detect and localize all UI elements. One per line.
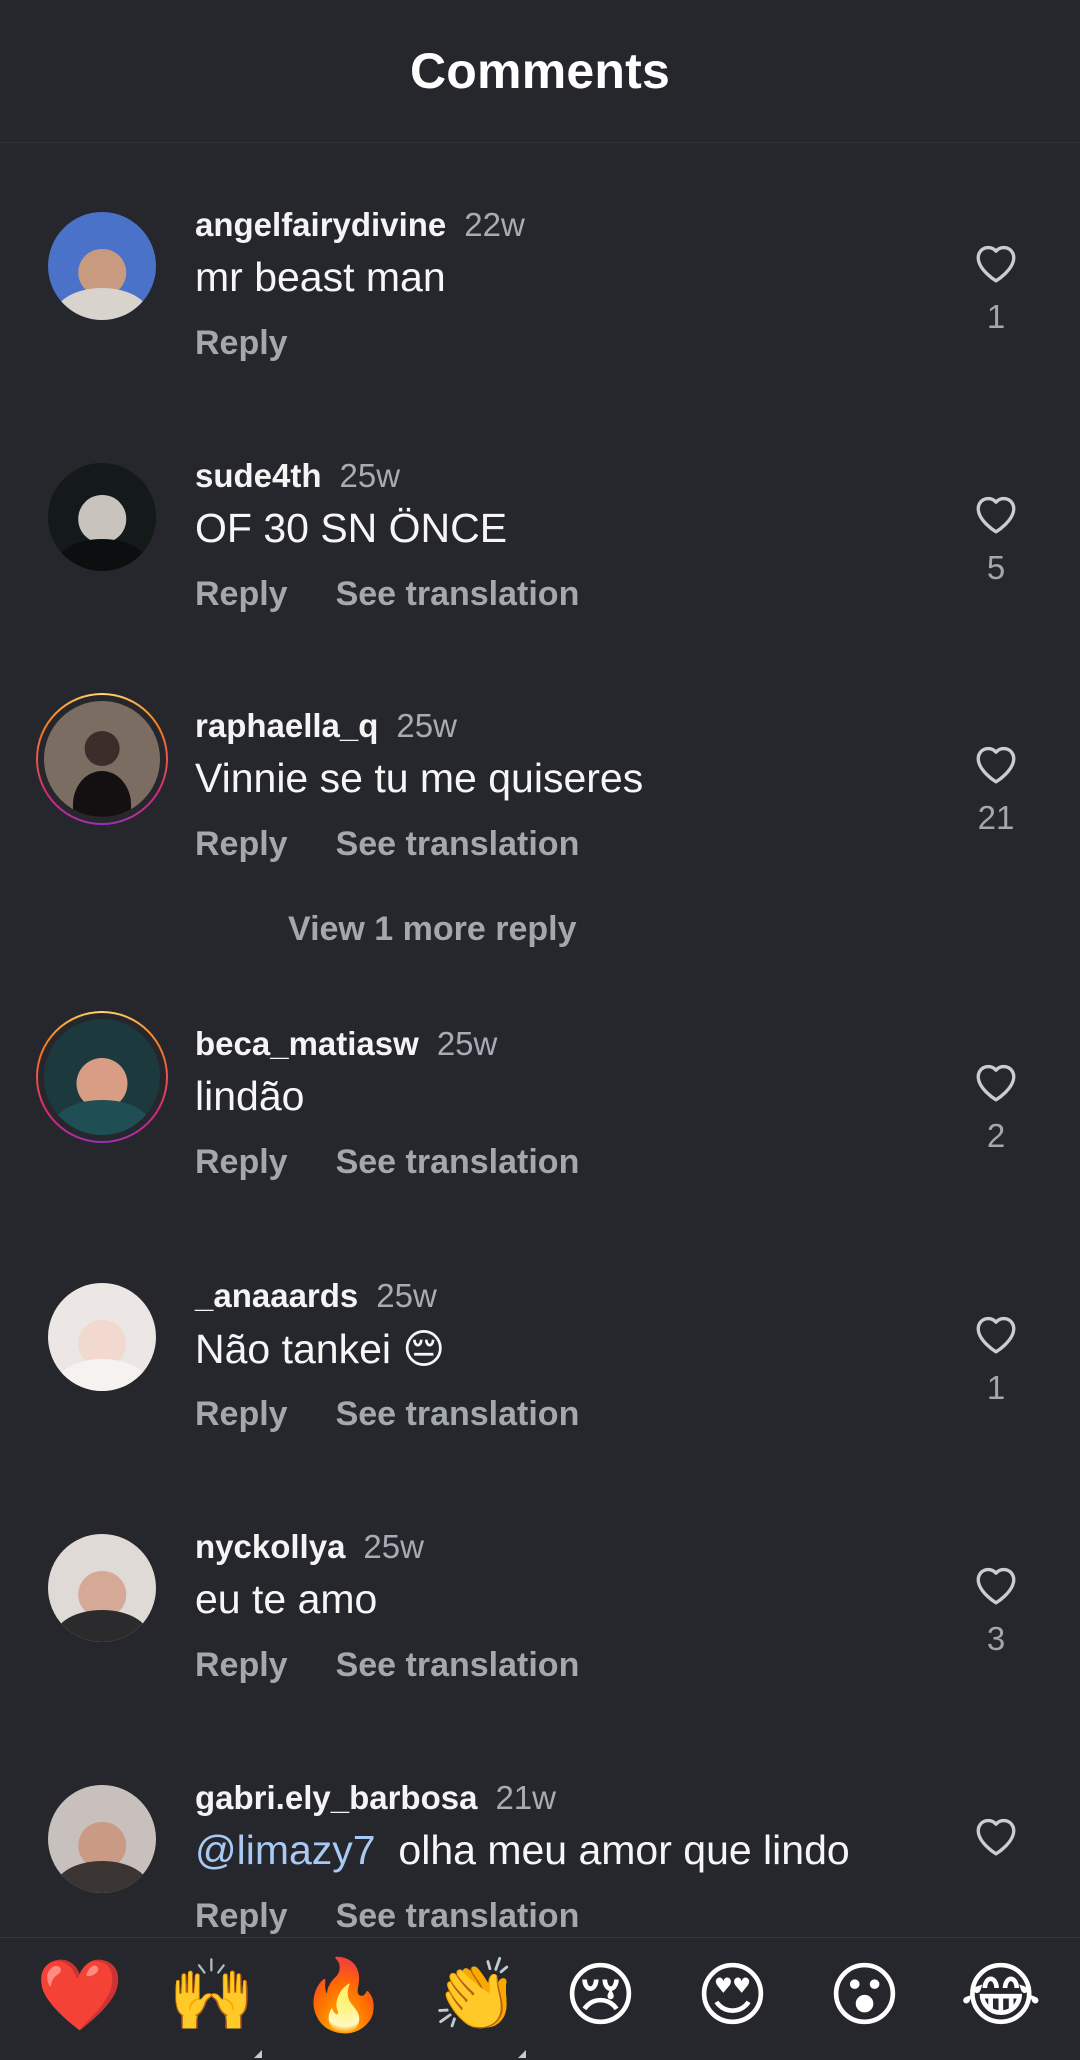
comment-text: Não tankei 😔: [195, 1326, 446, 1372]
reply-button[interactable]: Reply: [195, 1646, 288, 1685]
heart-outline-icon: [976, 1064, 1016, 1102]
emoji-variant-indicator: [254, 2050, 262, 2058]
heart-outline-icon: [976, 1818, 1016, 1856]
like-button[interactable]: 3: [966, 1560, 1026, 1658]
like-count: 21: [977, 799, 1015, 836]
comment-item: _anaaards 25w Não tankei 😔 Reply See trans…: [0, 1271, 1080, 1511]
like-button[interactable]: 1: [966, 238, 1026, 336]
like-count: 3: [986, 1620, 1006, 1657]
heart-outline-icon: [976, 496, 1016, 534]
like-button[interactable]: [966, 1811, 1026, 1857]
comment-item: raphaella_q 25w Vinnie se tu me quiseres …: [0, 693, 1080, 933]
comment-time: 25w: [436, 1025, 498, 1062]
comment-username[interactable]: sude4th 25w: [195, 457, 400, 495]
comment-list[interactable]: angelfairydivine 22w mr beast man Reply 1…: [0, 142, 1080, 1937]
avatar[interactable]: [36, 200, 168, 332]
comment-time: 22w: [464, 206, 525, 243]
see-translation-button[interactable]: See translation: [336, 1646, 580, 1685]
comment-time: 25w: [376, 1277, 437, 1314]
comment-username[interactable]: gabri.ely_barbosa 21w: [195, 1779, 556, 1817]
like-button[interactable]: 21: [966, 739, 1026, 837]
emoji-fire-button[interactable]: 🔥: [300, 1960, 387, 2030]
comment-text: lindão: [195, 1073, 305, 1119]
avatar[interactable]: [36, 1522, 168, 1654]
emoji-clapping-hands-button[interactable]: 👏: [432, 1960, 519, 2030]
comment-item: gabri.ely_barbosa 21w @limazy7 olha meu a…: [0, 1773, 1080, 1937]
emoji-variant-indicator: [518, 2050, 526, 2058]
emoji-reaction-bar: ❤️ 🙌 🔥 👏 😢 😍 😮 😂: [0, 1937, 1080, 2060]
comment-text: Vinnie se tu me quiseres: [195, 755, 644, 801]
comment-time: 25w: [363, 1528, 424, 1565]
avatar-with-story-ring[interactable]: [36, 1011, 168, 1143]
like-button[interactable]: 2: [966, 1057, 1026, 1155]
avatar[interactable]: [36, 1773, 168, 1905]
comment-text: mr beast man: [195, 254, 446, 300]
see-translation-button[interactable]: See translation: [336, 1395, 580, 1434]
emoji-heart-button[interactable]: ❤️: [36, 1960, 123, 2030]
emoji-heart-eyes-button[interactable]: 😍: [696, 1960, 769, 2030]
comment-text: @limazy7 olha meu amor que lindo: [195, 1827, 850, 1873]
comment-time: 25w: [396, 707, 457, 744]
reply-button[interactable]: Reply: [195, 324, 288, 363]
heart-outline-icon: [976, 1316, 1016, 1354]
comment-item: beca_matiasw 25w lindão Reply See translat…: [0, 1011, 1080, 1251]
like-count: 5: [986, 549, 1006, 586]
comment-time: 25w: [339, 457, 401, 494]
avatar-with-story-ring[interactable]: [36, 693, 168, 825]
emoji-crying-face-button[interactable]: 😢: [564, 1960, 637, 2030]
like-count: 1: [986, 298, 1006, 335]
comment-item: angelfairydivine 22w mr beast man Reply 1: [0, 200, 1080, 440]
emoji-raising-hands-button[interactable]: 🙌: [168, 1960, 255, 2030]
like-count: 2: [986, 1117, 1006, 1154]
comment-username[interactable]: angelfairydivine 22w: [195, 206, 525, 244]
mention-link[interactable]: @limazy7: [195, 1827, 376, 1873]
see-translation-button[interactable]: See translation: [336, 1143, 580, 1182]
comment-text: OF 30 SN ÖNCE: [195, 505, 508, 551]
reply-button[interactable]: Reply: [195, 1395, 288, 1434]
like-button[interactable]: 1: [966, 1309, 1026, 1407]
reply-button[interactable]: Reply: [195, 825, 288, 864]
see-translation-button[interactable]: See translation: [336, 825, 580, 864]
avatar[interactable]: [36, 451, 168, 583]
comment-username[interactable]: _anaaards 25w: [195, 1277, 437, 1315]
like-button[interactable]: 5: [966, 489, 1026, 587]
like-count: 1: [986, 1369, 1006, 1406]
reply-button[interactable]: Reply: [195, 1897, 288, 1936]
comment-item: nyckollya 25w eu te amo Reply See translat…: [0, 1522, 1080, 1762]
page-title: Comments: [410, 43, 670, 99]
heart-outline-icon: [976, 1567, 1016, 1605]
see-translation-button[interactable]: See translation: [336, 575, 580, 614]
heart-outline-icon: [976, 746, 1016, 784]
avatar[interactable]: [36, 1271, 168, 1403]
comment-time: 21w: [495, 1779, 556, 1816]
comment-username[interactable]: raphaella_q 25w: [195, 707, 457, 745]
comment-username[interactable]: nyckollya 25w: [195, 1528, 424, 1566]
comment-username[interactable]: beca_matiasw 25w: [195, 1025, 497, 1063]
emoji-surprised-face-button[interactable]: 😮: [828, 1960, 901, 2030]
reply-button[interactable]: Reply: [195, 575, 288, 614]
view-more-replies-button[interactable]: View 1 more reply: [288, 910, 577, 949]
emoji-tears-of-joy-button[interactable]: 😂: [960, 1960, 1042, 2030]
reply-button[interactable]: Reply: [195, 1143, 288, 1182]
header: Comments: [0, 0, 1080, 143]
comment-text: eu te amo: [195, 1576, 378, 1622]
heart-outline-icon: [976, 245, 1016, 283]
see-translation-button[interactable]: See translation: [336, 1897, 580, 1936]
comment-item: sude4th 25w OF 30 SN ÖNCE Reply See transl…: [0, 451, 1080, 691]
